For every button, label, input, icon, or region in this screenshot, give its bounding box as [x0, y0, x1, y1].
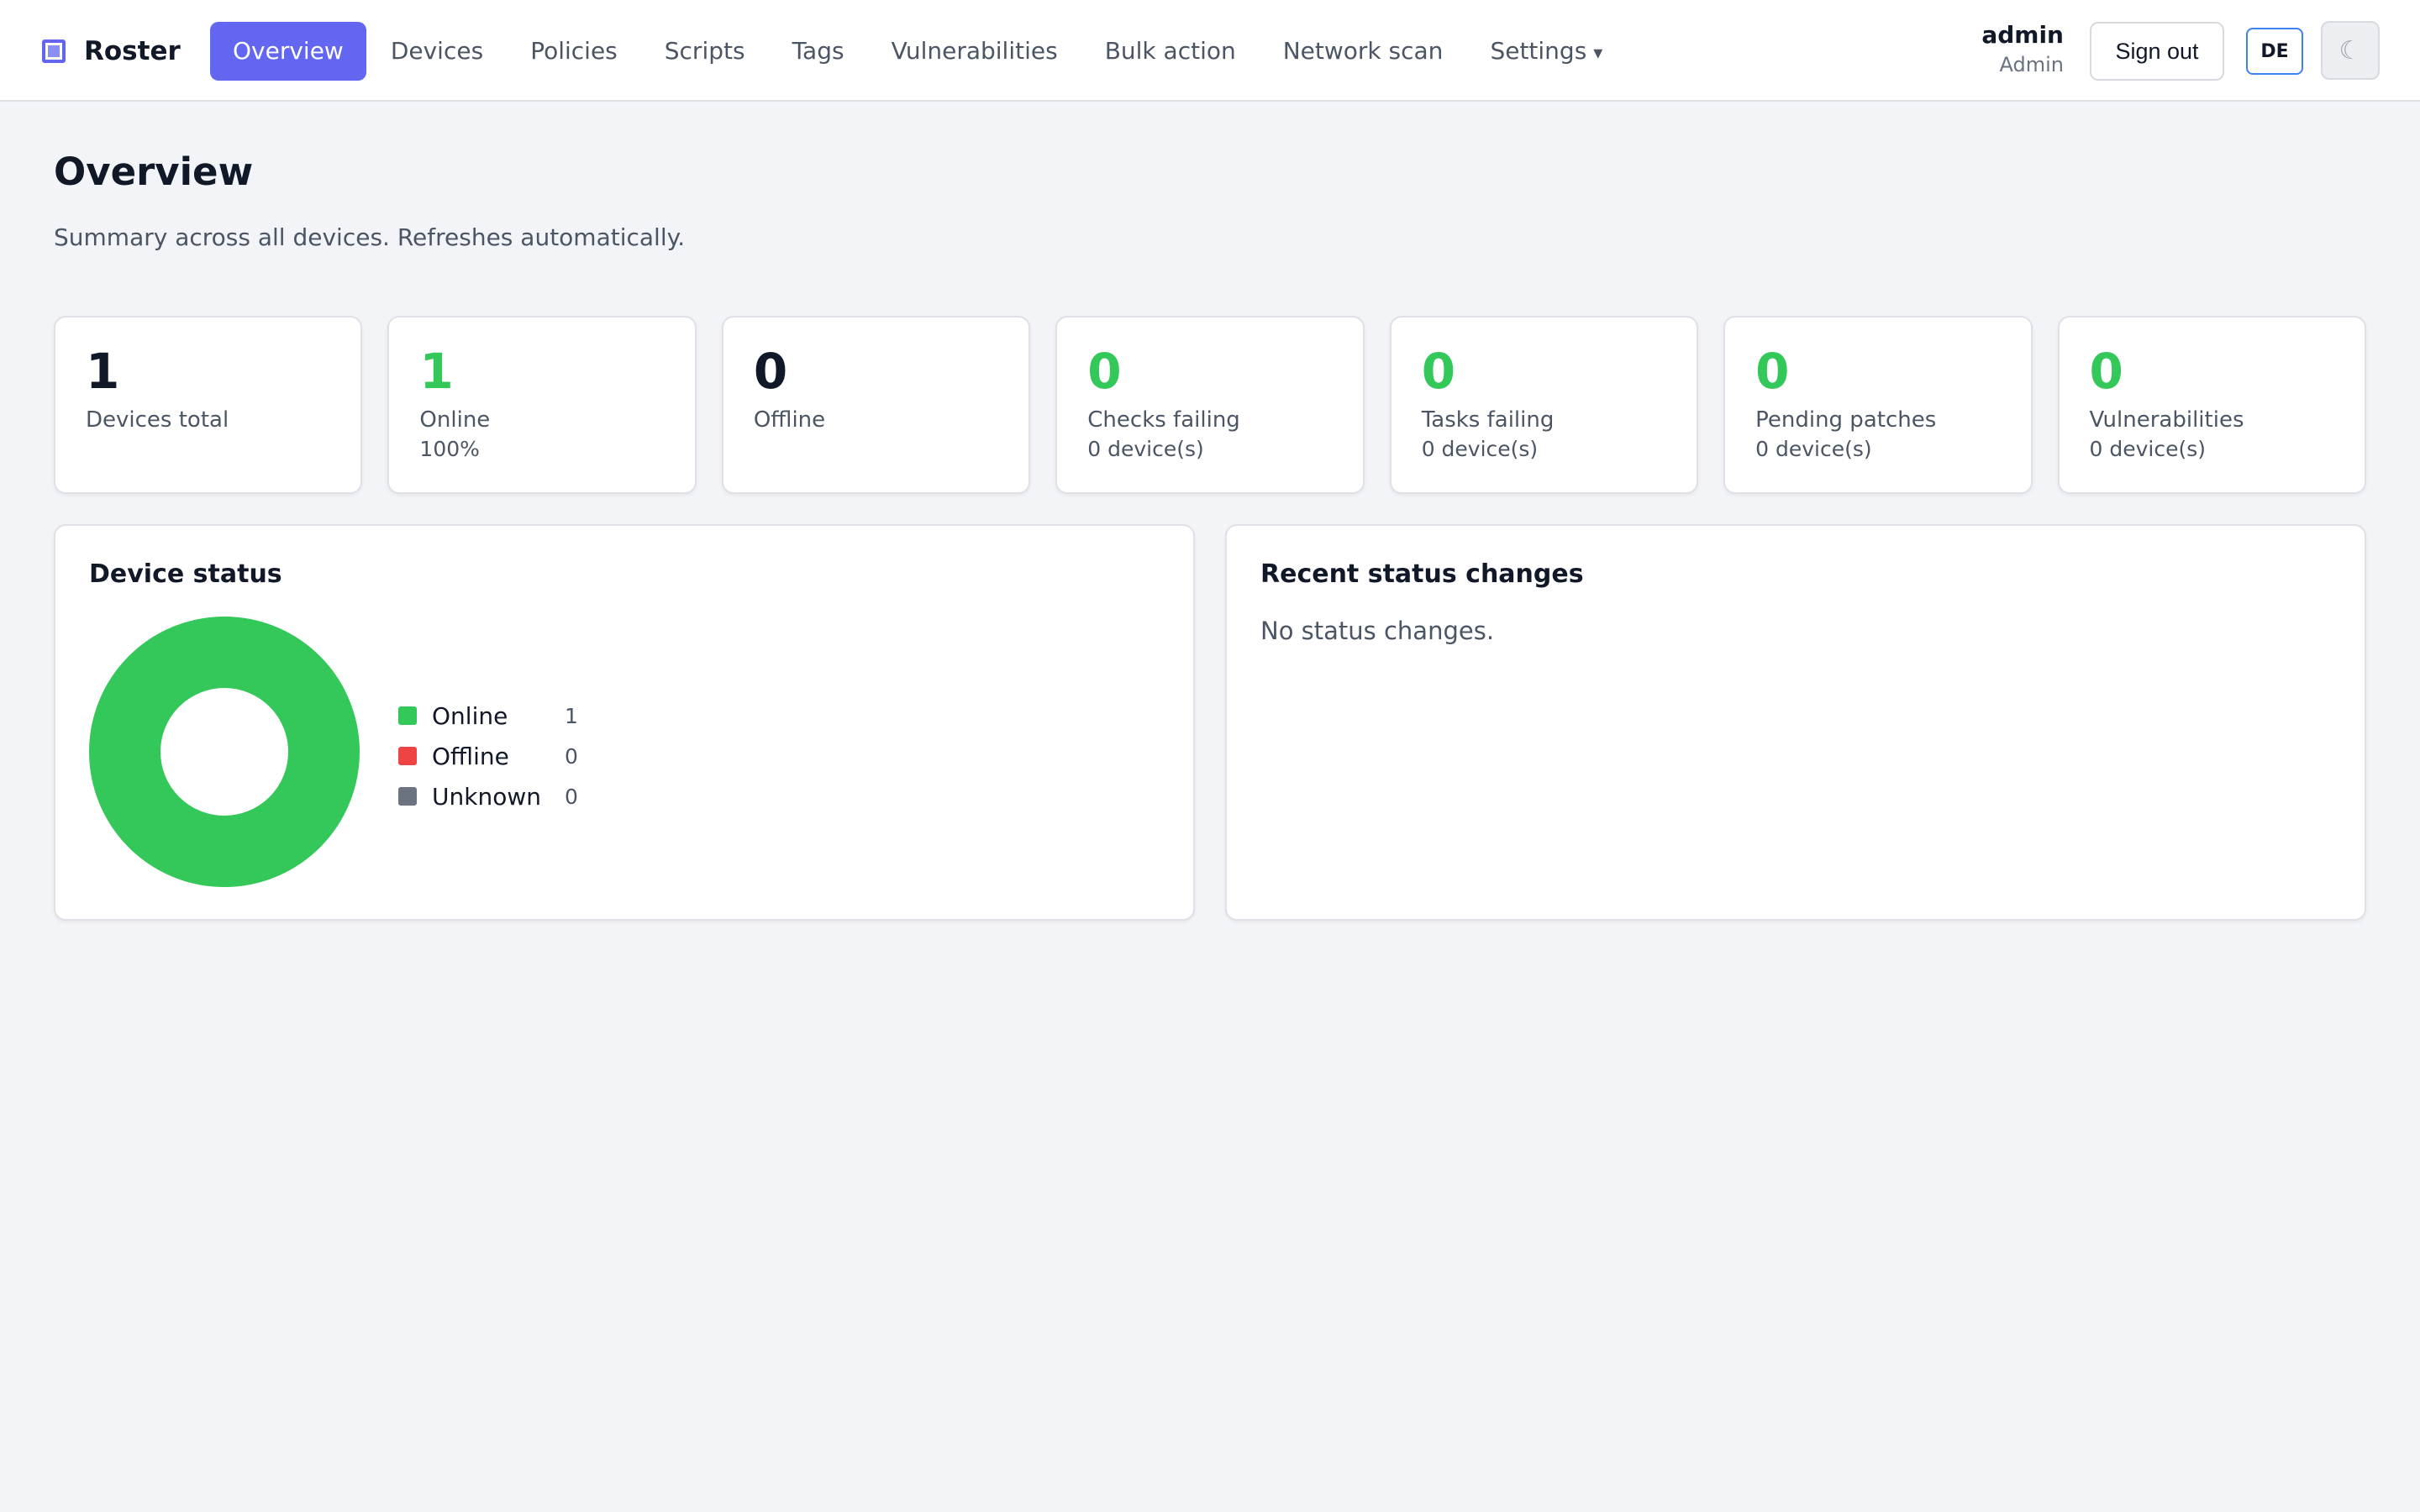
legend-label: Unknown — [432, 782, 541, 811]
recent-status-changes-panel: Recent status changes No status changes. — [1225, 524, 2366, 921]
stat-card-online: 1 Online 100% — [387, 316, 697, 494]
legend-swatch — [398, 747, 417, 765]
stat-card-tasks-failing: 0 Tasks failing 0 device(s) — [1389, 316, 1699, 494]
legend-item-unknown: Unknown 0 — [398, 776, 578, 816]
user-info: admin Admin — [1981, 20, 2064, 79]
stat-card-devices-total: 1 Devices total — [54, 316, 363, 494]
stat-label: Tasks failing — [1421, 407, 1555, 433]
app-name: Roster — [84, 36, 181, 66]
legend-swatch — [398, 706, 417, 725]
nav-item-bulk-action[interactable]: Bulk action — [1082, 22, 1259, 81]
user-role: Admin — [1999, 53, 2065, 76]
stat-card-offline: 0 Offline — [721, 316, 1031, 494]
empty-state-text: No status changes. — [1260, 617, 1495, 645]
top-navigation-bar: Roster Overview Devices Policies Scripts… — [0, 0, 2420, 102]
device-status-title: Device status — [89, 559, 282, 589]
device-status-legend: Online 1 Offline 0 Unknown 0 — [398, 696, 578, 816]
brand[interactable]: Roster — [42, 34, 181, 69]
logo-icon — [42, 39, 66, 63]
stat-label: Online — [419, 407, 491, 433]
nav-item-tags[interactable]: Tags — [770, 22, 867, 81]
stat-label: Vulnerabilities — [2089, 407, 2244, 433]
main-nav: Overview Devices Policies Scripts Tags V… — [210, 22, 1627, 81]
page-subtitle: Summary across all devices. Refreshes au… — [54, 223, 686, 251]
stat-label: Pending patches — [1755, 407, 1937, 433]
stat-card-vulnerabilities: 0 Vulnerabilities 0 device(s) — [2057, 316, 2366, 494]
stat-card-pending-patches: 0 Pending patches 0 device(s) — [1723, 316, 2033, 494]
nav-item-vulnerabilities[interactable]: Vulnerabilities — [869, 22, 1081, 81]
device-status-donut-chart — [89, 617, 360, 887]
stat-card-checks-failing: 0 Checks failing 0 device(s) — [1055, 316, 1365, 494]
stat-subtext: 0 device(s) — [1087, 437, 1204, 461]
theme-toggle-button[interactable]: ☾ — [2321, 21, 2380, 80]
donut-slice-online — [89, 617, 360, 887]
nav-item-settings[interactable]: Settings ▾ — [1467, 22, 1625, 81]
nav-item-scripts[interactable]: Scripts — [642, 22, 768, 81]
nav-item-devices[interactable]: Devices — [368, 22, 506, 81]
stat-value: 1 — [419, 343, 454, 400]
language-toggle-button[interactable]: DE — [2246, 28, 2303, 75]
nav-item-network-scan[interactable]: Network scan — [1260, 22, 1466, 81]
stat-label: Checks failing — [1087, 407, 1240, 433]
stat-label: Devices total — [86, 407, 229, 433]
stat-value: 1 — [86, 343, 120, 400]
stat-value: 0 — [2089, 343, 2123, 400]
sign-out-button[interactable]: Sign out — [2090, 22, 2224, 81]
legend-item-offline: Offline 0 — [398, 736, 578, 776]
stat-subtext: 0 device(s) — [1755, 437, 1872, 461]
stat-value: 0 — [1755, 343, 1790, 400]
nav-item-overview[interactable]: Overview — [210, 22, 366, 81]
stat-value: 0 — [753, 343, 788, 400]
moon-icon: ☾ — [2338, 35, 2362, 66]
stat-value: 0 — [1421, 343, 1456, 400]
recent-status-changes-title: Recent status changes — [1260, 559, 1584, 589]
stat-subtext: 100% — [419, 437, 480, 461]
legend-count: 0 — [565, 743, 578, 769]
legend-label: Online — [432, 701, 508, 730]
device-status-panel: Device status Online 1 Offline 0 Unknown… — [54, 524, 1195, 921]
legend-count: 0 — [565, 784, 578, 809]
stat-subtext: 0 device(s) — [1421, 437, 1539, 461]
stat-cards: 1 Devices total 1 Online 100% 0 Offline … — [54, 316, 2366, 494]
legend-swatch — [398, 787, 417, 806]
legend-count: 1 — [565, 703, 578, 728]
nav-item-policies[interactable]: Policies — [508, 22, 640, 81]
stat-label: Offline — [753, 407, 826, 433]
legend-label: Offline — [432, 742, 509, 770]
stat-value: 0 — [1087, 343, 1122, 400]
stat-subtext: 0 device(s) — [2089, 437, 2207, 461]
nav-item-settings-label: Settings — [1490, 37, 1587, 65]
user-name: admin — [1981, 21, 2064, 49]
legend-item-online: Online 1 — [398, 696, 578, 736]
page-title: Overview — [54, 150, 254, 194]
chevron-down-icon: ▾ — [1593, 43, 1603, 64]
